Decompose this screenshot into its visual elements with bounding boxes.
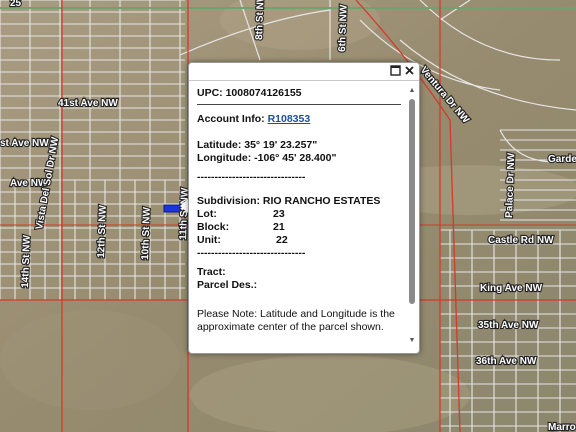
- scroll-down-icon[interactable]: ▼: [408, 337, 416, 345]
- popup-titlebar: [189, 63, 419, 81]
- account-link[interactable]: R108353: [268, 113, 311, 125]
- road-label: 35th Ave NW: [478, 320, 539, 331]
- unit-row: Unit: 22: [197, 234, 402, 247]
- block-row: Block: 21: [197, 221, 402, 234]
- road-label: 41st Ave NW: [58, 98, 118, 109]
- close-icon[interactable]: [403, 65, 416, 78]
- block-label: Block:: [197, 221, 230, 233]
- unit-label: Unit:: [197, 234, 221, 246]
- road-label: 10th St NW: [140, 206, 153, 260]
- subdivision-value: RIO RANCHO ESTATES: [262, 195, 381, 207]
- scroll-thumb[interactable]: [409, 99, 415, 304]
- road-label: 12th St NW: [96, 204, 109, 258]
- road-label: King Ave NW: [480, 283, 543, 294]
- road-label: Castle Rd NW: [488, 235, 554, 246]
- road-label: 36th Ave NW: [476, 356, 537, 367]
- account-label: Account Info:: [197, 113, 265, 125]
- road-label: 25: [10, 0, 22, 9]
- scroll-up-icon[interactable]: ▲: [408, 87, 416, 95]
- subdivision-line: Subdivision: RIO RANCHO ESTATES: [197, 195, 402, 208]
- popup-content: UPC: 1008074126155 Account Info: R108353…: [197, 87, 402, 347]
- longitude-text: Longitude: -106° 45' 28.400": [197, 152, 337, 164]
- popup-scrollbar[interactable]: ▲ ▼: [408, 87, 416, 345]
- lot-value: 23: [273, 208, 285, 220]
- subdivision-label: Subdivision:: [197, 195, 260, 207]
- road-label: Palace Dr NW: [504, 152, 517, 218]
- road-label: 14th St NW: [20, 234, 33, 288]
- road-label: Marro: [548, 422, 576, 432]
- latitude-text: Latitude: 35° 19' 23.257": [197, 139, 318, 151]
- account-line: Account Info: R108353: [197, 113, 402, 126]
- road-label: 8th St NW: [254, 0, 267, 40]
- lot-label: Lot:: [197, 208, 217, 220]
- tract-label: Tract:: [197, 266, 226, 278]
- road-label: 6th St NW: [337, 4, 350, 52]
- road-label: st Ave NW: [0, 138, 49, 149]
- parcel-description-label: Parcel Des.:: [197, 279, 258, 291]
- location-note: Please Note: Latitude and Longitude is t…: [197, 308, 395, 333]
- lot-row: Lot: 23: [197, 208, 402, 221]
- block-value: 21: [273, 221, 285, 233]
- separator-dashes: -------------------------------: [197, 247, 306, 259]
- road-label: Garden: [548, 154, 576, 165]
- unit-value: 22: [276, 234, 288, 246]
- upc-value: 1008074126155: [225, 87, 302, 99]
- parcel-info-popup: UPC: 1008074126155 Account Info: R108353…: [188, 62, 420, 354]
- upc-line: UPC: 1008074126155: [197, 87, 402, 100]
- separator-dashes: -------------------------------: [197, 171, 306, 183]
- divider: [197, 104, 401, 105]
- maximize-icon[interactable]: [389, 65, 402, 78]
- upc-label: UPC:: [197, 87, 223, 99]
